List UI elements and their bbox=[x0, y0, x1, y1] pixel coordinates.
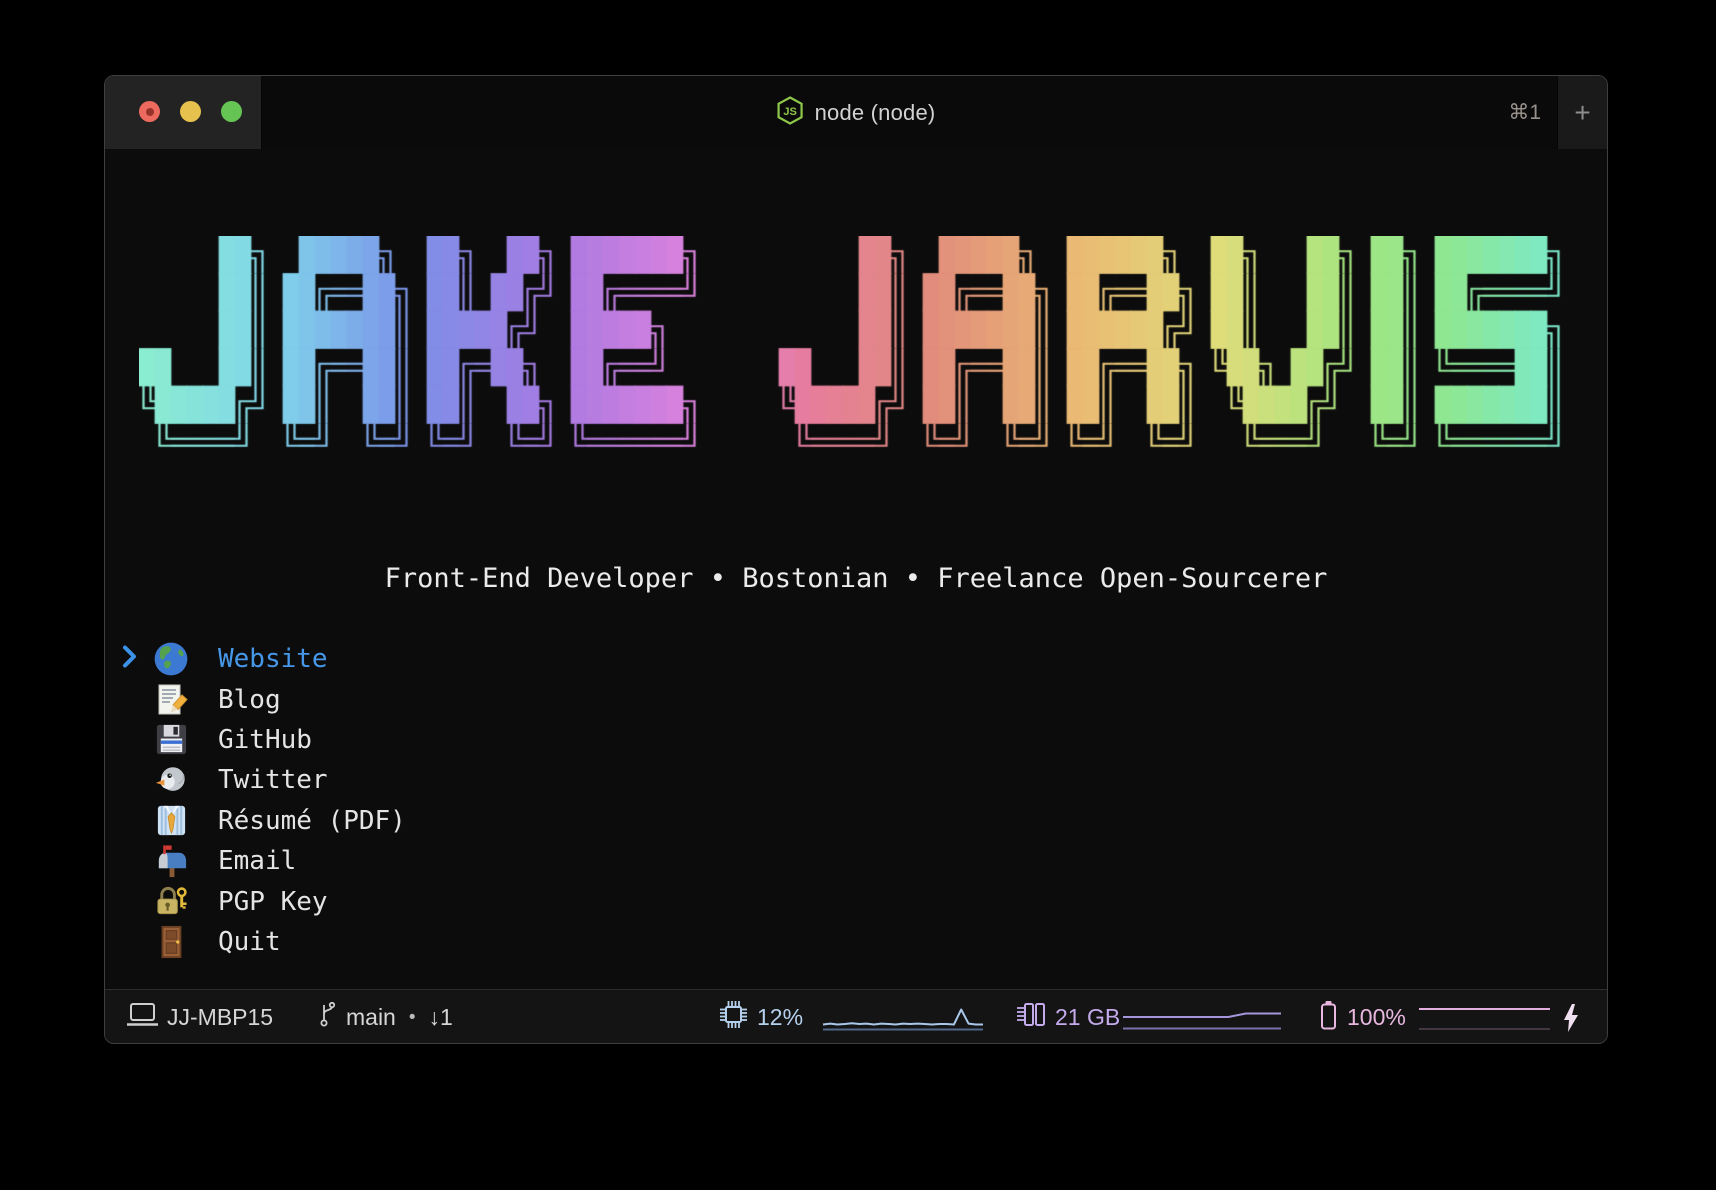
lightning-bolt-icon bbox=[1563, 990, 1579, 1044]
new-tab-button[interactable]: + bbox=[1557, 76, 1607, 149]
menu-item-email[interactable]: Email bbox=[105, 841, 805, 881]
menu-item-label: Email bbox=[218, 846, 296, 876]
menu-item-website[interactable]: Website bbox=[105, 639, 805, 679]
bird-icon bbox=[151, 760, 191, 800]
selection-chevron-icon bbox=[121, 645, 138, 674]
hostname-segment: JJ-MBP15 bbox=[127, 990, 273, 1044]
memory-icon bbox=[1016, 1001, 1046, 1035]
cpu-percent: 12% bbox=[757, 1004, 803, 1031]
mailbox-icon bbox=[151, 841, 191, 881]
menu-item-github[interactable]: GitHub bbox=[105, 720, 805, 760]
memory-segment: 21 GB bbox=[1016, 990, 1120, 1044]
tagline: Front-End Developer • Bostonian • Freela… bbox=[105, 564, 1607, 594]
menu-item-label: Blog bbox=[218, 685, 281, 715]
memory-graph bbox=[1121, 990, 1283, 1044]
memo-icon bbox=[151, 680, 191, 720]
battery-icon bbox=[1319, 1000, 1338, 1036]
menu-item-twitter[interactable]: Twitter bbox=[105, 760, 805, 800]
status-bar: JJ-MBP15 main • ↓1 bbox=[105, 989, 1607, 1044]
node-js-icon: JS bbox=[777, 96, 804, 130]
close-button[interactable] bbox=[139, 101, 160, 122]
git-segment: main • ↓1 bbox=[319, 990, 453, 1044]
battery-graph bbox=[1417, 990, 1552, 1044]
terminal-window[interactable]: JS node (node) ⌘1 + Front-End Developer … bbox=[104, 75, 1608, 1044]
menu-item-label: GitHub bbox=[218, 725, 312, 755]
git-branch-icon bbox=[319, 1002, 337, 1034]
cpu-chip-icon bbox=[719, 1000, 748, 1035]
ascii-banner bbox=[139, 236, 1563, 461]
floppy-disk-icon bbox=[151, 720, 191, 760]
active-tab[interactable] bbox=[105, 76, 262, 149]
cpu-sparkline bbox=[821, 990, 987, 1044]
tab-shortcut: ⌘1 bbox=[1508, 76, 1541, 149]
tab-bar: JS node (node) ⌘1 + bbox=[105, 76, 1607, 150]
git-branch-label: main bbox=[346, 1004, 396, 1031]
svg-text:JS: JS bbox=[783, 106, 796, 118]
memory-value: 21 GB bbox=[1055, 1004, 1120, 1031]
door-icon bbox=[151, 922, 191, 962]
link-menu: Website Blog bbox=[105, 639, 805, 962]
menu-item-label: PGP Key bbox=[218, 887, 328, 917]
battery-percent: 100% bbox=[1347, 1004, 1406, 1031]
menu-item-label: Website bbox=[218, 644, 328, 674]
battery-segment: 100% bbox=[1319, 990, 1406, 1044]
laptop-icon bbox=[127, 1002, 158, 1034]
window-title-group: JS node (node) bbox=[777, 76, 936, 149]
git-dirty-dot: • bbox=[409, 1007, 416, 1029]
hostname-label: JJ-MBP15 bbox=[167, 1004, 273, 1031]
cpu-segment: 12% bbox=[719, 990, 803, 1044]
menu-item-pgp[interactable]: PGP Key bbox=[105, 881, 805, 921]
menu-item-blog[interactable]: Blog bbox=[105, 679, 805, 719]
minimize-button[interactable] bbox=[180, 101, 201, 122]
window-title: node (node) bbox=[815, 100, 936, 126]
lock-key-icon bbox=[151, 882, 191, 922]
menu-item-label: Résumé (PDF) bbox=[218, 806, 406, 836]
git-behind-count: ↓1 bbox=[429, 1004, 453, 1031]
terminal-screen[interactable]: Front-End Developer • Bostonian • Freela… bbox=[105, 149, 1607, 989]
necktie-icon bbox=[151, 801, 191, 841]
menu-item-quit[interactable]: Quit bbox=[105, 922, 805, 962]
menu-item-label: Twitter bbox=[218, 765, 328, 795]
menu-item-resume[interactable]: Résumé (PDF) bbox=[105, 801, 805, 841]
menu-item-label: Quit bbox=[218, 927, 281, 957]
globe-icon bbox=[151, 639, 191, 679]
zoom-button[interactable] bbox=[221, 101, 242, 122]
